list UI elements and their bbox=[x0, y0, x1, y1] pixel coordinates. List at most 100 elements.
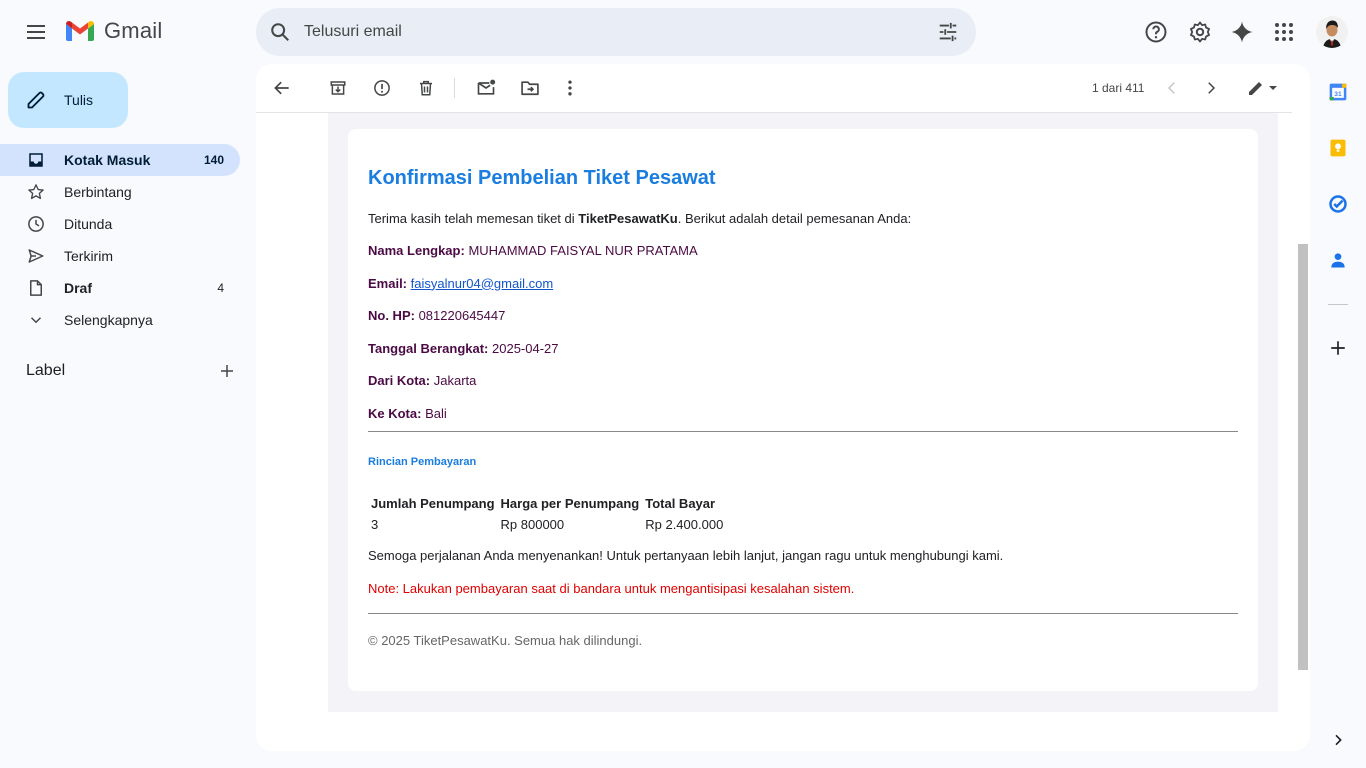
more-options-button[interactable] bbox=[550, 68, 590, 108]
table-header: Total Bayar bbox=[645, 495, 716, 511]
sidebar-item-drafts[interactable]: Draf 4 bbox=[0, 272, 240, 304]
move-to-button[interactable] bbox=[510, 68, 550, 108]
archive-button[interactable] bbox=[318, 68, 358, 108]
calendar-icon: 31 bbox=[1329, 83, 1347, 101]
plus-icon bbox=[221, 365, 233, 377]
newer-button[interactable] bbox=[1152, 68, 1192, 108]
tasks-app-button[interactable] bbox=[1322, 188, 1354, 220]
email-card: Konfirmasi Pembelian Tiket Pesawat Terim… bbox=[348, 129, 1258, 691]
search-bar[interactable] bbox=[256, 8, 976, 56]
labels-section-header: Label bbox=[26, 362, 236, 380]
toolbar-divider bbox=[454, 78, 455, 98]
archive-icon bbox=[330, 81, 346, 95]
table-row: 3 Rp 800000 Rp 2.400.000 bbox=[368, 514, 726, 535]
sidebar-item-label: Kotak Masuk bbox=[64, 152, 151, 168]
payment-note: Note: Lakukan pembayaran saat di bandara… bbox=[368, 580, 855, 596]
chevron-down-icon bbox=[26, 310, 46, 330]
keep-app-button[interactable] bbox=[1322, 132, 1354, 164]
email-link[interactable]: faisyalnur04@gmail.com bbox=[411, 276, 554, 291]
pagination-label: 1 dari 411 bbox=[1092, 81, 1145, 95]
table-cell: Rp 2.400.000 bbox=[645, 516, 724, 532]
draft-icon bbox=[26, 278, 46, 298]
tasks-icon bbox=[1329, 195, 1347, 213]
search-button[interactable] bbox=[256, 8, 304, 56]
intro-text: Terima kasih telah memesan tiket di Tike… bbox=[368, 211, 912, 226]
sidebar-item-sent[interactable]: Terkirim bbox=[0, 240, 240, 272]
table-cell: Rp 800000 bbox=[500, 516, 565, 532]
search-options-button[interactable] bbox=[924, 8, 972, 56]
back-button[interactable] bbox=[262, 68, 302, 108]
help-icon bbox=[1145, 21, 1167, 43]
gmail-logo[interactable]: Gmail bbox=[64, 18, 162, 44]
pencil-icon bbox=[27, 91, 45, 109]
sidebar-item-inbox[interactable]: Kotak Masuk 140 bbox=[0, 144, 240, 176]
payment-table: Jumlah Penumpang Harga per Penumpang Tot… bbox=[368, 493, 726, 535]
copyright-footer: © 2025 TiketPesawatKu. Semua hak dilindu… bbox=[368, 632, 643, 648]
table-header: Jumlah Penumpang bbox=[371, 495, 495, 511]
search-input[interactable] bbox=[304, 23, 924, 41]
sidebar-nav: Kotak Masuk 140 Berbintang Ditunda Terki… bbox=[0, 144, 256, 336]
calendar-app-button[interactable]: 31 bbox=[1322, 76, 1354, 108]
keep-icon bbox=[1330, 139, 1346, 157]
field-email: Email: faisyalnur04@gmail.com bbox=[368, 275, 554, 291]
message-body-scroll[interactable]: Konfirmasi Pembelian Tiket Pesawat Terim… bbox=[256, 113, 1292, 751]
mark-unread-button[interactable] bbox=[466, 68, 506, 108]
compose-label: Tulis bbox=[64, 92, 94, 108]
brand-name: TiketPesawatKu bbox=[578, 211, 678, 226]
chevron-left-icon bbox=[1167, 82, 1175, 94]
labels-heading: Label bbox=[26, 362, 66, 379]
arrow-back-icon bbox=[274, 81, 289, 95]
input-tools-button[interactable] bbox=[1240, 68, 1284, 108]
gear-icon bbox=[1190, 21, 1210, 43]
svg-text:31: 31 bbox=[1334, 91, 1342, 98]
divider bbox=[368, 430, 1238, 432]
star-icon bbox=[26, 182, 46, 202]
message-view: 1 dari 411 Konfirmasi Pembelian Tiket Pe… bbox=[256, 64, 1310, 751]
sidebar-item-more[interactable]: Selengkapnya bbox=[0, 304, 240, 336]
gemini-button[interactable] bbox=[1222, 12, 1262, 52]
older-button[interactable] bbox=[1191, 68, 1231, 108]
hamburger-menu-icon bbox=[27, 25, 45, 39]
sidebar-item-label: Draf bbox=[64, 280, 93, 296]
delete-button[interactable] bbox=[406, 68, 446, 108]
tune-icon bbox=[939, 22, 957, 42]
show-side-panel-button[interactable] bbox=[1322, 724, 1354, 756]
support-button[interactable] bbox=[1136, 12, 1176, 52]
main-menu-button[interactable] bbox=[16, 12, 56, 52]
table-header: Harga per Penumpang bbox=[500, 495, 640, 511]
side-panel-divider bbox=[1328, 304, 1348, 305]
closing-text: Semoga perjalanan Anda menyenankan! Untu… bbox=[368, 547, 1004, 563]
contacts-app-button[interactable] bbox=[1322, 244, 1354, 276]
sidebar-item-label: Terkirim bbox=[64, 248, 113, 264]
footer-divider bbox=[368, 612, 1238, 614]
get-addons-button[interactable] bbox=[1322, 332, 1354, 364]
search-icon bbox=[271, 23, 289, 41]
field-to-city: Ke Kota: Bali bbox=[368, 405, 447, 421]
scrollbar-thumb[interactable] bbox=[1298, 244, 1308, 670]
google-apps-button[interactable] bbox=[1264, 12, 1304, 52]
account-avatar[interactable] bbox=[1316, 16, 1348, 48]
email-title: Konfirmasi Pembelian Tiket Pesawat bbox=[368, 167, 716, 189]
field-full-name: Nama Lengkap: MUHAMMAD FAISYAL NUR PRATA… bbox=[368, 243, 698, 258]
more-vert-icon bbox=[568, 80, 572, 96]
sidebar-item-label: Ditunda bbox=[64, 216, 113, 232]
field-from-city: Dari Kota: Jakarta bbox=[368, 373, 477, 388]
chevron-right-icon bbox=[1208, 82, 1216, 94]
report-icon bbox=[374, 80, 390, 96]
apps-grid-icon bbox=[1275, 23, 1293, 41]
settings-button[interactable] bbox=[1180, 12, 1220, 52]
sidebar-item-snoozed[interactable]: Ditunda bbox=[0, 208, 240, 240]
report-spam-button[interactable] bbox=[362, 68, 402, 108]
move-folder-icon bbox=[521, 81, 539, 96]
app-name: Gmail bbox=[104, 18, 163, 43]
sidebar-item-starred[interactable]: Berbintang bbox=[0, 176, 240, 208]
table-header-row: Jumlah Penumpang Harga per Penumpang Tot… bbox=[368, 493, 726, 514]
pen-dropdown-icon bbox=[1249, 82, 1277, 95]
field-phone: No. HP: 081220645447 bbox=[368, 308, 506, 323]
trash-icon bbox=[420, 80, 432, 96]
field-departure-date: Tanggal Berangkat: 2025-04-27 bbox=[368, 340, 559, 356]
chevron-right-icon bbox=[1335, 734, 1342, 746]
table-cell: 3 bbox=[371, 516, 379, 532]
compose-button[interactable]: Tulis bbox=[8, 72, 128, 128]
create-label-button[interactable] bbox=[218, 362, 236, 380]
